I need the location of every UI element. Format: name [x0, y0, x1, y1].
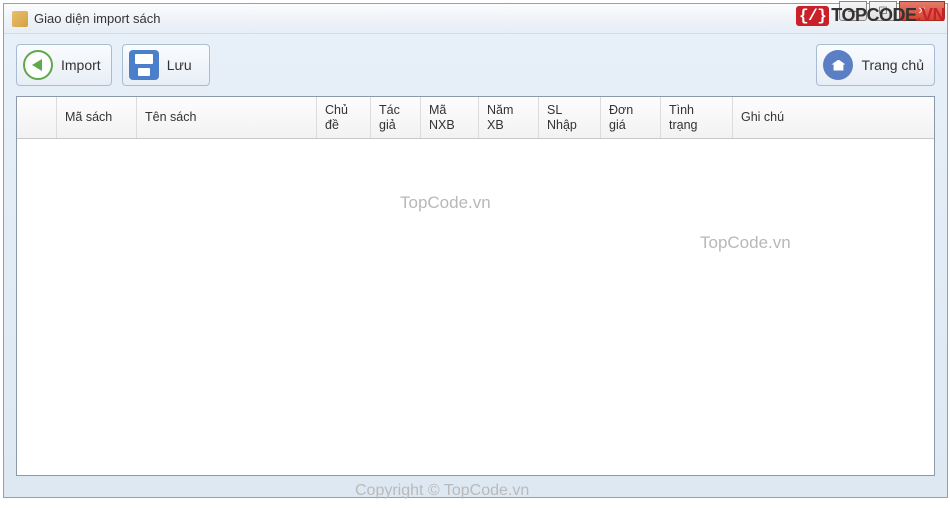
col-tinh-trang[interactable]: Tình trạng — [661, 97, 733, 138]
home-button[interactable]: Trang chủ — [816, 44, 935, 86]
col-ma-nxb[interactable]: Mã NXB — [421, 97, 479, 138]
import-label: Import — [61, 57, 101, 73]
col-ghi-chu[interactable]: Ghi chú — [733, 97, 934, 138]
home-icon — [823, 50, 853, 80]
col-sl-nhap[interactable]: SL Nhập — [539, 97, 601, 138]
data-grid[interactable]: Mã sách Tên sách Chủ đề Tác giả Mã NXB N… — [16, 96, 935, 476]
import-button[interactable]: Import — [16, 44, 112, 86]
grid-header-row: Mã sách Tên sách Chủ đề Tác giả Mã NXB N… — [17, 97, 934, 139]
brand-tld: .VN — [916, 5, 945, 26]
col-nam-xb[interactable]: Năm XB — [479, 97, 539, 138]
brand-text: TOPCODE — [831, 5, 916, 26]
col-don-gia[interactable]: Đơn giá — [601, 97, 661, 138]
window-title: Giao diện import sách — [34, 11, 160, 26]
save-icon — [129, 50, 159, 80]
app-window: Giao diện import sách — ☐ ✕ Import Lưu T… — [3, 3, 948, 498]
col-ten-sach[interactable]: Tên sách — [137, 97, 317, 138]
col-tac-gia[interactable]: Tác giả — [371, 97, 421, 138]
brand-icon: {/} — [796, 6, 829, 26]
row-selector-header[interactable] — [17, 97, 57, 138]
home-label: Trang chủ — [861, 57, 924, 73]
col-ma-sach[interactable]: Mã sách — [57, 97, 137, 138]
save-button[interactable]: Lưu — [122, 44, 210, 86]
col-chu-de[interactable]: Chủ đề — [317, 97, 371, 138]
save-label: Lưu — [167, 57, 192, 73]
watermark-brand: {/} TOPCODE.VN — [796, 5, 945, 26]
import-icon — [23, 50, 53, 80]
app-icon — [12, 11, 28, 27]
toolbar: Import Lưu Trang chủ — [4, 34, 947, 96]
